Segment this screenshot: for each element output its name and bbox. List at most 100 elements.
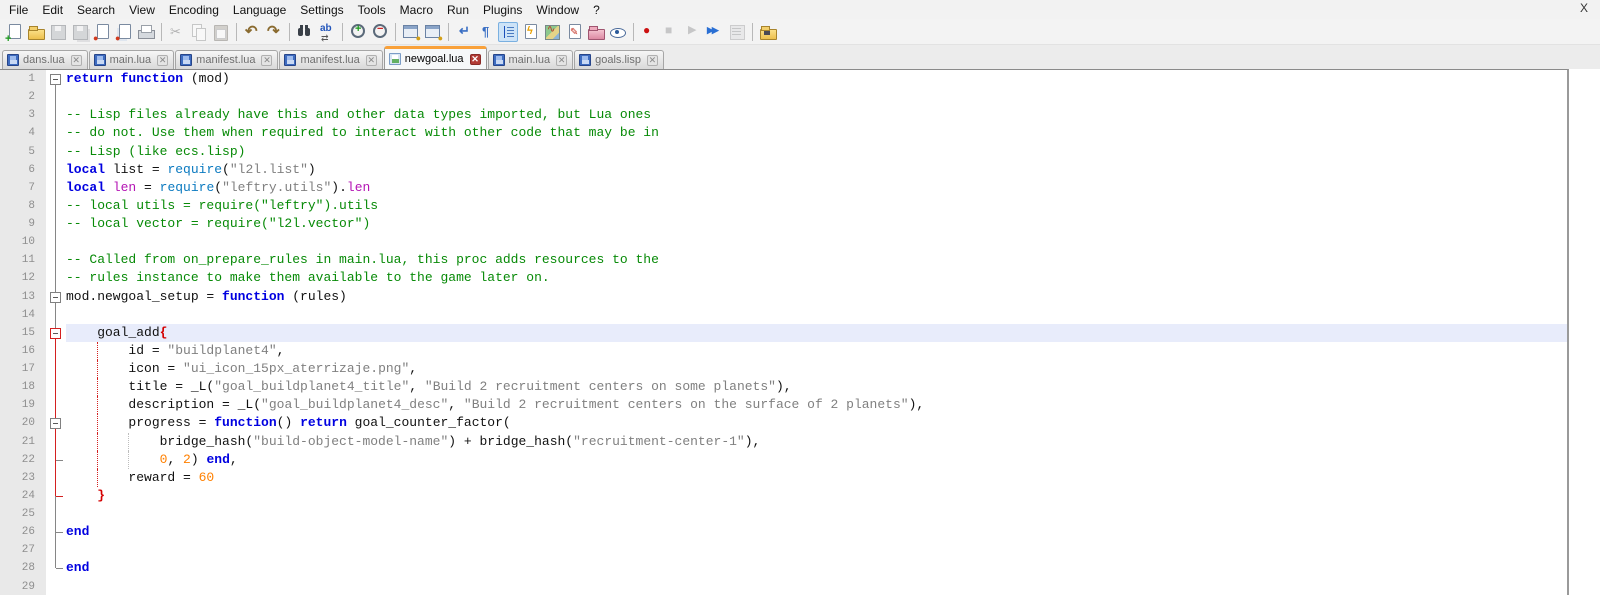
show-all-characters-icon[interactable] [476,22,496,42]
code-text[interactable] [66,306,1567,324]
fold-margin[interactable] [46,414,66,433]
folder-as-workspace-icon[interactable] [586,22,606,42]
code-text[interactable]: reward = 60 [66,468,1567,487]
menu-item-search[interactable]: Search [70,1,122,19]
code-text[interactable] [66,88,1567,106]
code-text[interactable] [66,505,1567,523]
tab-main-lua-5[interactable]: main.lua ✕ [487,50,574,69]
plugin-folder-icon[interactable] [758,22,778,42]
zoom-in-icon[interactable] [348,22,368,42]
open-file-icon[interactable] [26,22,46,42]
code-text[interactable]: -- Lisp (like ecs.lisp) [66,143,1567,161]
macro-save-icon[interactable] [727,22,747,42]
code-text[interactable]: -- local utils = require("leftry").utils [66,197,1567,215]
code-text[interactable]: bridge_hash("build-object-model-name") +… [66,432,1567,451]
sync-horizontal-scroll-icon[interactable] [423,22,443,43]
find-icon[interactable] [295,22,315,42]
menu-item-plugins[interactable]: Plugins [476,1,529,19]
code-text[interactable]: return function (mod) [66,70,1567,88]
code-text[interactable]: -- local vector = require("l2l.vector") [66,215,1567,233]
document-edit-icon[interactable] [564,22,584,42]
paste-icon[interactable] [211,22,231,42]
undo-icon[interactable] [242,22,262,42]
code-text[interactable]: id = "buildplanet4", [66,341,1567,360]
menu-item-run[interactable]: Run [440,1,476,19]
code-text[interactable] [66,578,1567,595]
close-all-files-icon[interactable] [114,22,134,43]
function-list-icon[interactable] [520,22,540,42]
code-text[interactable]: local len = require("leftry.utils").len [66,179,1567,197]
code-text[interactable]: icon = "ui_icon_15px_aterrizaje.png", [66,360,1567,379]
menu-item-settings[interactable]: Settings [293,1,350,19]
code-text[interactable]: mod.newgoal_setup = function (rules) [66,288,1567,306]
tab-dans-lua-0[interactable]: dans.lua ✕ [2,50,88,69]
tab-close-icon[interactable]: ✕ [556,54,568,66]
fold-collapse-box[interactable] [50,327,61,339]
tab-close-icon[interactable]: ✕ [157,54,169,66]
fold-collapse-box[interactable] [50,418,61,430]
macro-record-icon[interactable] [639,22,659,42]
menu-item-tools[interactable]: Tools [351,1,393,19]
zoom-out-icon[interactable] [370,22,390,42]
tab-close-icon[interactable]: ✕ [261,54,273,66]
code-text[interactable]: -- Called from on_prepare_rules in main.… [66,251,1567,269]
menu-item-window[interactable]: Window [529,1,586,19]
fold-margin[interactable] [46,323,66,342]
tab-manifest-lua-2[interactable]: manifest.lua ✕ [175,50,279,69]
tab-manifest-lua-3[interactable]: manifest.lua ✕ [279,50,383,69]
code-text[interactable]: -- rules instance to make them available… [66,269,1567,287]
fold-margin[interactable] [46,70,66,89]
word-wrap-icon[interactable] [454,22,474,42]
save-all-icon[interactable] [70,22,90,42]
tab-close-icon[interactable]: ✕ [365,54,377,66]
macro-run-multiple-icon[interactable] [705,22,725,42]
menu-item-view[interactable]: View [122,1,162,19]
monitoring-eye-icon[interactable] [608,22,628,42]
tab-main-lua-1[interactable]: main.lua ✕ [88,50,175,69]
tab-close-icon[interactable]: ✕ [646,54,658,66]
sync-vertical-scroll-icon[interactable] [401,22,421,43]
tab-close-icon[interactable]: ✕ [469,53,481,65]
code-text[interactable]: 0, 2) end, [66,450,1567,469]
menu-item-language[interactable]: Language [226,1,293,19]
tab-goals-lisp-6[interactable]: goals.lisp ✕ [574,50,664,69]
close-file-icon[interactable] [92,22,112,43]
code-text[interactable] [66,233,1567,251]
code-text[interactable] [66,541,1567,559]
code-text[interactable]: end [66,559,1567,577]
code-text[interactable]: end [66,523,1567,541]
macro-stop-icon[interactable] [661,22,681,42]
window-close-button[interactable]: X [1574,0,1594,16]
code-text[interactable]: local list = require("l2l.list") [66,161,1567,179]
menu-item-macro[interactable]: Macro [393,1,440,19]
code-text[interactable]: -- do not. Use them when required to int… [66,124,1567,142]
print-icon[interactable] [136,22,156,42]
code-editor[interactable]: 1 return function (mod) 2 3 -- Lisp files al… [0,69,1569,595]
cut-icon[interactable] [167,22,187,42]
menu-item-file[interactable]: File [2,1,35,19]
code-text[interactable]: description = _L("goal_buildplanet4_desc… [66,396,1567,415]
new-file-icon[interactable] [4,22,24,45]
save-icon[interactable] [48,22,68,42]
code-text[interactable]: -- Lisp files already have this and othe… [66,106,1567,124]
replace-icon[interactable] [317,22,337,44]
macro-playback-icon[interactable] [683,22,703,42]
menu-item-edit[interactable]: Edit [35,1,70,19]
code-text[interactable]: } [66,487,1567,505]
code-text[interactable]: progress = function() return goal_counte… [66,414,1567,433]
fold-collapse-box[interactable] [50,291,61,303]
menu-item-help[interactable]: ? [586,1,607,19]
tab-newgoal-lua-4[interactable]: newgoal.lua ✕ [383,46,487,69]
document-map-icon[interactable] [542,22,562,42]
code-text[interactable]: goal_add{ [66,323,1567,342]
menu-item-encoding[interactable]: Encoding [162,1,226,19]
code-line-22: 22 0, 2) end, [0,450,1567,469]
code-text[interactable]: title = _L("goal_buildplanet4_title", "B… [66,378,1567,397]
redo-icon[interactable] [264,22,284,42]
fold-collapse-box[interactable] [50,74,61,85]
tab-close-icon[interactable]: ✕ [70,54,82,66]
show-indent-guide-icon[interactable] [498,21,518,42]
code-line-27: 27 [0,541,1567,560]
fold-margin[interactable] [46,287,66,306]
copy-icon[interactable] [189,22,209,42]
